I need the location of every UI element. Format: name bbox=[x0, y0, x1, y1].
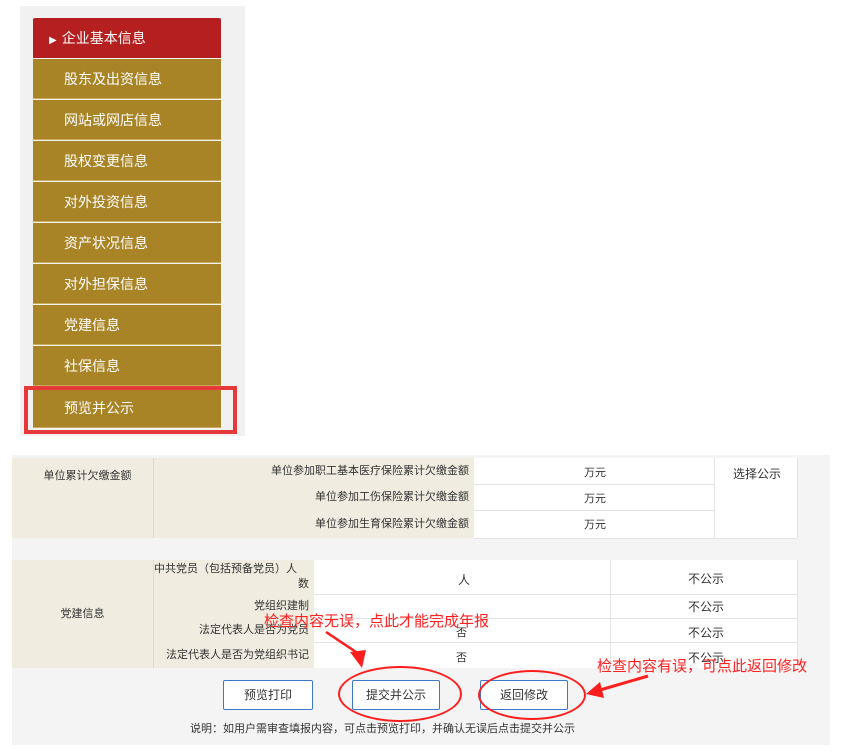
party-label: 党建信息 bbox=[12, 560, 154, 668]
menu-item-label: 网站或网店信息 bbox=[64, 112, 162, 128]
party-row-label-line: 中共党员（包括预备党员）人 bbox=[154, 563, 297, 575]
arrears-unit: 万元 bbox=[584, 493, 606, 505]
divider bbox=[797, 560, 798, 668]
menu-item-equity-change[interactable]: 股权变更信息 bbox=[33, 141, 221, 181]
arrears-unit: 万元 bbox=[584, 467, 606, 479]
party-member-count-unit: 人 bbox=[458, 573, 471, 587]
menu-item-label: 预览并公示 bbox=[64, 400, 134, 416]
arrears-row-label: 单位参加生育保险累计欠缴金额 bbox=[154, 510, 474, 538]
menu-item-label: 企业基本信息 bbox=[61, 30, 146, 46]
divider bbox=[474, 484, 715, 485]
party-row-label: 中共党员（包括预备党员）人 数 bbox=[154, 560, 314, 594]
menu-item-investment[interactable]: 对外投资信息 bbox=[33, 182, 221, 222]
divider bbox=[714, 458, 715, 538]
menu-item-label: 对外担保信息 bbox=[64, 276, 148, 292]
divider bbox=[797, 458, 798, 538]
menu-item-website[interactable]: 网站或网店信息 bbox=[33, 100, 221, 140]
menu-item-label: 对外投资信息 bbox=[64, 194, 148, 210]
menu-item-assets[interactable]: 资产状况信息 bbox=[33, 223, 221, 263]
menu-item-label: 资产状况信息 bbox=[64, 235, 148, 251]
arrears-row-label: 单位参加职工基本医疗保险累计欠缴金额 bbox=[154, 458, 474, 484]
menu-item-party[interactable]: 党建信息 bbox=[33, 305, 221, 345]
arrears-label: 单位累计欠缴金额 bbox=[12, 458, 154, 538]
divider bbox=[314, 642, 797, 643]
menu-item-shareholders[interactable]: 股东及出资信息 bbox=[33, 59, 221, 99]
menu-item-label: 社保信息 bbox=[64, 358, 120, 374]
arrears-publish-select[interactable]: 选择公示 bbox=[733, 465, 781, 482]
divider bbox=[610, 560, 611, 668]
menu-item-guarantee[interactable]: 对外担保信息 bbox=[33, 264, 221, 304]
go-back-button[interactable]: 返回修改 bbox=[480, 680, 568, 710]
arrears-row-label: 单位参加工伤保险累计欠缴金额 bbox=[154, 484, 474, 510]
divider bbox=[474, 538, 797, 539]
party-value: 否 bbox=[456, 652, 467, 664]
party-publish-select[interactable]: 不公示 bbox=[688, 624, 724, 641]
menu-item-preview-publish[interactable]: 预览并公示 bbox=[33, 388, 221, 428]
party-row-label-line: 数 bbox=[298, 578, 309, 590]
triangle-right-icon: ▶ bbox=[49, 35, 57, 46]
menu-item-basic-info[interactable]: ▶ 企业基本信息 bbox=[33, 18, 221, 58]
menu-item-label: 党建信息 bbox=[64, 317, 120, 333]
menu-item-social-insurance[interactable]: 社保信息 bbox=[33, 346, 221, 386]
menu-item-label: 股东及出资信息 bbox=[64, 71, 162, 87]
divider bbox=[474, 510, 715, 511]
instruction-note: 说明：如用户需审查填报内容，可点击预览打印，并确认无误后点击提交并公示 bbox=[190, 723, 575, 735]
menu-item-label: 股权变更信息 bbox=[64, 153, 148, 169]
divider bbox=[314, 594, 797, 595]
submit-publish-button[interactable]: 提交并公示 bbox=[352, 680, 440, 710]
party-row-label: 法定代表人是否为党组织书记 bbox=[154, 642, 314, 668]
annotation-incorrect: 检查内容有误，可点此返回修改 bbox=[597, 658, 808, 675]
party-publish-select[interactable]: 不公示 bbox=[688, 570, 724, 587]
party-publish-select[interactable]: 不公示 bbox=[688, 598, 724, 615]
preview-print-button[interactable]: 预览打印 bbox=[223, 680, 313, 710]
annotation-correct: 检查内容无误，点此才能完成年报 bbox=[264, 613, 490, 630]
arrears-unit: 万元 bbox=[584, 519, 606, 531]
